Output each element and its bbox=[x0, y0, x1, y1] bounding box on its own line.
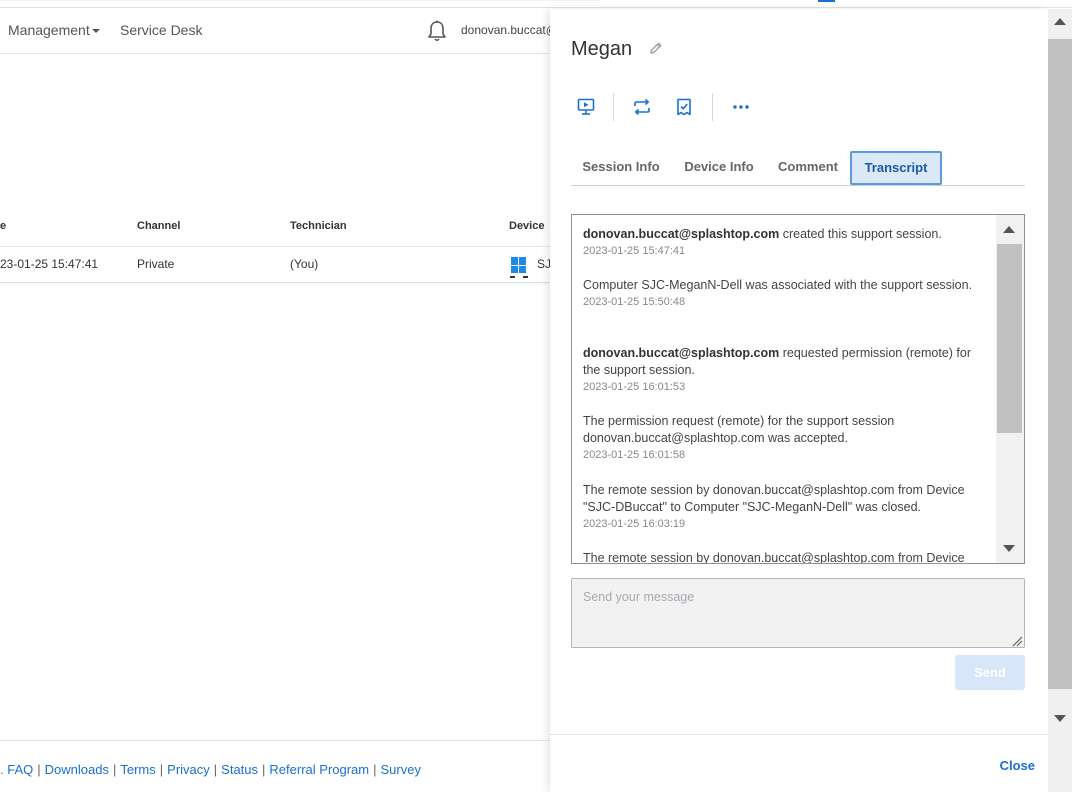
scroll-up-arrow-icon[interactable] bbox=[1054, 18, 1066, 25]
session-drawer: Megan Session Info Device Info Comment T… bbox=[550, 9, 1048, 792]
transcript-entry: The remote session by donovan.buccat@spl… bbox=[583, 550, 983, 564]
transcript-message: donovan.buccat@splashtop.com created thi… bbox=[583, 227, 942, 241]
footer-link-survey[interactable]: Survey bbox=[381, 762, 421, 777]
scrollbar-thumb[interactable] bbox=[997, 244, 1022, 433]
scrollbar-thumb[interactable] bbox=[1048, 39, 1072, 689]
transcript-entry: donovan.buccat@splashtop.com requested p… bbox=[583, 345, 983, 393]
transcript-timestamp: 2023-01-25 16:03:19 bbox=[583, 518, 686, 530]
footer-link-referral-program[interactable]: Referral Program bbox=[269, 762, 369, 777]
drawer-title: Megan bbox=[571, 38, 633, 60]
send-button[interactable]: Send bbox=[955, 655, 1025, 690]
nav-service-desk[interactable]: Service Desk bbox=[120, 22, 202, 38]
transcript-message: The permission request (remote) for the … bbox=[583, 414, 895, 445]
nav-management[interactable]: Management bbox=[8, 22, 100, 38]
cell-time: 23-01-25 15:47:41 bbox=[0, 257, 99, 271]
column-header-time[interactable]: e bbox=[0, 220, 6, 232]
table-header: e Channel Technician Device bbox=[0, 209, 550, 247]
column-header-channel[interactable]: Channel bbox=[137, 220, 180, 232]
transcript-entry: The permission request (remote) for the … bbox=[583, 413, 983, 461]
footer-link-privacy[interactable]: Privacy bbox=[167, 762, 210, 777]
pencil-icon[interactable] bbox=[649, 41, 663, 55]
footer-link-status[interactable]: Status bbox=[221, 762, 258, 777]
transcript-timestamp: 2023-01-25 16:01:53 bbox=[583, 381, 686, 393]
transcript-entry: The remote session by donovan.buccat@spl… bbox=[583, 482, 983, 530]
cell-device: SJ bbox=[537, 257, 552, 271]
cell-technician: (You) bbox=[290, 257, 319, 271]
transcript-timestamp: 2023-01-25 16:01:58 bbox=[583, 449, 686, 461]
tab-comment[interactable]: Comment bbox=[773, 151, 843, 185]
column-header-device[interactable]: Device bbox=[509, 220, 544, 232]
device-type-indicator bbox=[510, 276, 528, 278]
drawer-tabs: Session Info Device Info Comment Transcr… bbox=[571, 151, 1025, 186]
column-header-technician[interactable]: Technician bbox=[290, 220, 347, 232]
scroll-up-arrow-icon[interactable] bbox=[1003, 226, 1015, 233]
footer-prefix: . bbox=[0, 762, 4, 777]
transcript-entry: donovan.buccat@splashtop.com created thi… bbox=[583, 226, 983, 257]
top-divider bbox=[0, 0, 600, 1]
tab-session-info[interactable]: Session Info bbox=[577, 151, 665, 185]
footer-link-terms[interactable]: Terms bbox=[120, 762, 155, 777]
footer-links: . FAQ | Downloads | Terms | Privacy | Status | Ref… bbox=[0, 762, 421, 777]
transcript-entry: Computer SJC-MeganN-Dell was associated … bbox=[583, 277, 983, 308]
close-button[interactable]: Close bbox=[1000, 758, 1035, 773]
tab-transcript[interactable]: Transcript bbox=[850, 151, 942, 185]
top-navigation: Management Service Desk donovan.buccat@s… bbox=[0, 9, 550, 54]
action-divider bbox=[712, 93, 713, 121]
transcript-message: donovan.buccat@splashtop.com requested p… bbox=[583, 346, 971, 377]
caret-down-icon bbox=[91, 29, 100, 34]
cell-channel: Private bbox=[137, 257, 175, 271]
nav-management-label: Management bbox=[8, 22, 90, 38]
close-session-icon[interactable] bbox=[669, 92, 699, 122]
scroll-down-arrow-icon[interactable] bbox=[1003, 545, 1015, 552]
message-input[interactable] bbox=[571, 578, 1025, 648]
remote-connect-icon[interactable] bbox=[571, 92, 601, 122]
transcript-message: Computer SJC-MeganN-Dell was associated … bbox=[583, 278, 973, 292]
windows-icon bbox=[511, 257, 527, 273]
tab-device-info[interactable]: Device Info bbox=[677, 151, 761, 185]
transcript-message: The remote session by donovan.buccat@spl… bbox=[583, 551, 965, 564]
transcript-timestamp: 2023-01-25 15:47:41 bbox=[583, 245, 686, 257]
table-row[interactable]: 23-01-25 15:47:41 Private (You) SJ bbox=[0, 247, 552, 283]
transcript-timestamp: 2023-01-25 15:50:48 bbox=[583, 296, 686, 308]
top-indicator bbox=[818, 0, 835, 2]
scroll-down-arrow-icon[interactable] bbox=[1054, 715, 1066, 722]
page-footer: . FAQ | Downloads | Terms | Privacy | Status | Ref… bbox=[0, 740, 550, 792]
action-divider bbox=[613, 93, 614, 121]
bell-icon[interactable] bbox=[427, 20, 447, 42]
page-scrollbar[interactable] bbox=[1048, 9, 1072, 792]
transcript-log[interactable]: donovan.buccat@splashtop.com created thi… bbox=[571, 214, 1025, 564]
transfer-icon[interactable] bbox=[627, 92, 657, 122]
drawer-footer: Close bbox=[550, 734, 1048, 792]
top-edge bbox=[0, 0, 1072, 8]
transcript-message: The remote session by donovan.buccat@spl… bbox=[583, 483, 965, 514]
user-menu[interactable]: donovan.buccat@splashtop.com bbox=[461, 23, 550, 37]
more-icon[interactable] bbox=[726, 92, 756, 122]
footer-link-downloads[interactable]: Downloads bbox=[45, 762, 109, 777]
transcript-scrollbar[interactable] bbox=[996, 215, 1024, 563]
footer-link-faq[interactable]: FAQ bbox=[7, 762, 33, 777]
